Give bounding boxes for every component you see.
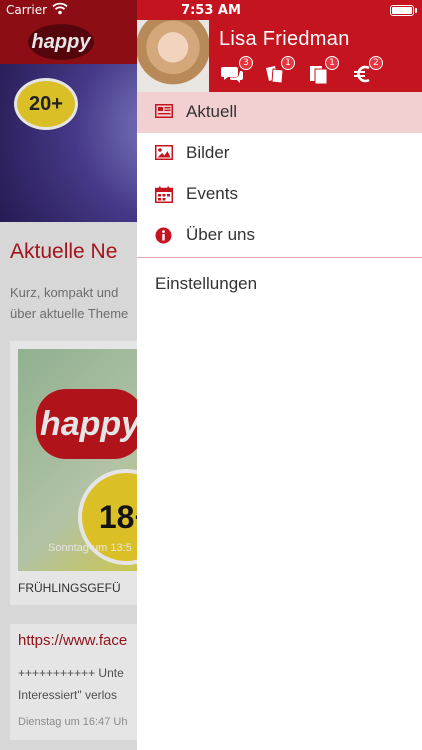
chat-badge: 3 <box>239 56 253 70</box>
documents-icon[interactable]: 1 <box>307 56 339 86</box>
menu-item-einstellungen[interactable]: Einstellungen <box>137 258 422 304</box>
menu-item-aktuell[interactable]: Aktuell <box>137 92 422 133</box>
newspaper-icon <box>155 104 173 121</box>
image-icon <box>155 145 173 162</box>
menu-item-label: Events <box>186 184 238 203</box>
menu-item-bilder[interactable]: Bilder <box>137 133 422 174</box>
menu-item-label: Über uns <box>186 225 255 244</box>
battery-icon <box>390 5 414 16</box>
euro-icon[interactable]: 2 <box>351 56 383 86</box>
drawer-menu: Aktuell Bilder Events Über uns Einstellu… <box>137 92 422 304</box>
info-icon <box>155 227 173 244</box>
tickets-badge: 1 <box>281 56 295 70</box>
chat-icon[interactable]: 3 <box>221 56 253 86</box>
avatar[interactable] <box>137 20 209 92</box>
menu-item-events[interactable]: Events <box>137 174 422 215</box>
documents-badge: 1 <box>325 56 339 70</box>
euro-badge: 2 <box>369 56 383 70</box>
settings-label: Einstellungen <box>155 274 258 293</box>
menu-item-ueber-uns[interactable]: Über uns <box>137 215 422 256</box>
clock: 7:53 AM <box>181 3 241 18</box>
battery-tip <box>415 8 417 13</box>
user-name[interactable]: Lisa Friedman <box>219 28 350 51</box>
navigation-drawer: Lisa Friedman 3 1 1 2 Aktuell Bilder Eve… <box>137 0 422 750</box>
calendar-icon <box>155 186 173 203</box>
tickets-icon[interactable]: 1 <box>263 56 295 86</box>
status-bar: Carrier 7:53 AM <box>0 0 422 20</box>
menu-item-label: Aktuell <box>186 102 238 121</box>
menu-item-label: Bilder <box>186 143 230 162</box>
